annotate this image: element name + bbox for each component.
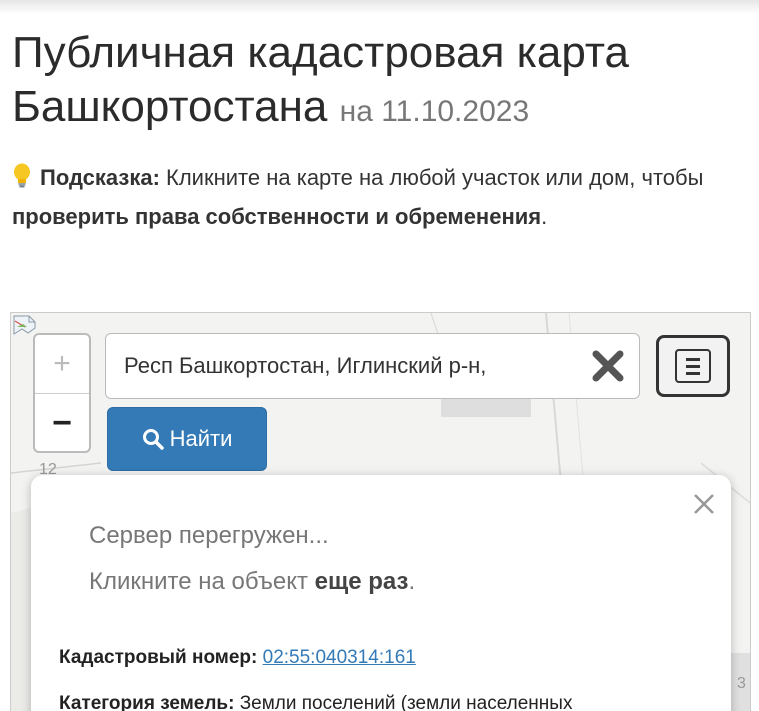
- category-label: Категория земель:: [59, 693, 235, 711]
- click-again-message: Кликните на объект еще раз.: [89, 568, 415, 596]
- search-value: Респ Башкортостан, Иглинский р-н,: [124, 353, 487, 378]
- category-value: Земли поселений (земли населенных: [239, 693, 573, 711]
- page-title-text: Публичная кадастровая карта Башкортостан…: [12, 28, 629, 131]
- cadastral-number-link[interactable]: 02:55:040314:161: [263, 647, 416, 668]
- info-popup: Сервер перегружен... Кликните на объект …: [31, 475, 731, 711]
- hint-text: Кликните на карте на любой участок или д…: [166, 165, 704, 190]
- page-title-date: на 11.10.2023: [339, 95, 530, 128]
- hint-end: .: [541, 204, 548, 229]
- zoom-out-button[interactable]: −: [35, 394, 89, 452]
- menu-icon: [675, 349, 711, 383]
- menu-button[interactable]: [656, 335, 730, 397]
- top-shadow: [0, 0, 759, 14]
- address-search-input[interactable]: Респ Башкортостан, Иглинский р-н,: [105, 333, 640, 399]
- click-again-suffix: .: [408, 568, 416, 595]
- find-button[interactable]: Найти: [107, 407, 267, 471]
- close-icon: [694, 494, 714, 514]
- zoom-control: + −: [33, 333, 91, 453]
- cadastral-number-row: Кадастровый номер: 02:55:040314:161: [59, 647, 416, 669]
- click-again-prefix: Кликните на объект: [89, 568, 308, 595]
- lightbulb-icon: [14, 163, 30, 188]
- page-title: Публичная кадастровая карта Башкортостан…: [12, 26, 752, 139]
- hint-paragraph: Подсказка: Кликните на карте на любой уч…: [12, 158, 747, 236]
- map-parcel-label-right: 3: [737, 675, 746, 692]
- find-button-label: Найти: [169, 426, 233, 451]
- server-status: Сервер перегружен...: [89, 522, 329, 549]
- hint-label: Подсказка:: [40, 165, 160, 190]
- cadastral-map[interactable]: + − Респ Башкортостан, Иглинский р-н, На…: [10, 312, 751, 711]
- close-icon: [592, 350, 624, 382]
- click-again-bold: еще раз: [314, 568, 409, 595]
- hint-emphasis: проверить права собственности и обремене…: [12, 204, 542, 229]
- zoom-in-button[interactable]: +: [35, 335, 89, 394]
- search-icon: [142, 429, 164, 450]
- clear-search-button[interactable]: [585, 343, 631, 389]
- cadastral-label: Кадастровый номер:: [59, 647, 258, 668]
- popup-close-button[interactable]: [689, 489, 719, 519]
- land-category-row: Категория земель: Земли поселений (земли…: [59, 693, 572, 711]
